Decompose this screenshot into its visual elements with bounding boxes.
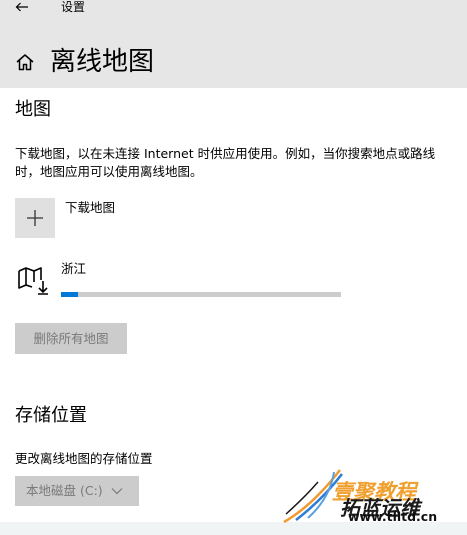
map-download-icon — [18, 267, 48, 295]
back-button[interactable] — [10, 0, 34, 14]
chevron-down-icon — [111, 488, 123, 495]
maps-description: 下载地图，以在未连接 Internet 时供应用使用。例如，当你搜索地点或路线时… — [15, 146, 436, 179]
download-progress-fill — [61, 292, 78, 297]
page-title: 离线地图 — [50, 47, 155, 77]
plus-icon — [27, 210, 43, 226]
downloaded-map-name[interactable]: 浙江 — [61, 261, 86, 277]
maps-section-heading: 地图 — [15, 99, 51, 120]
storage-location-value: 本地磁盘 (C:) — [26, 483, 103, 498]
download-maps-button[interactable] — [15, 198, 55, 238]
window-title: 设置 — [61, 0, 86, 14]
storage-location-select[interactable]: 本地磁盘 (C:) — [15, 476, 139, 506]
delete-all-maps-button[interactable]: 删除所有地图 — [15, 323, 127, 354]
watermark: 壹聚教程 拓蓝运维 www.tlltd.cn — [282, 448, 464, 528]
watermark-url: www.tlltd.cn — [348, 509, 438, 524]
download-progress-bar — [61, 292, 341, 297]
storage-section-heading: 存储位置 — [15, 405, 87, 426]
download-maps-label[interactable]: 下载地图 — [65, 200, 115, 216]
storage-location-label: 更改离线地图的存储位置 — [15, 451, 153, 466]
back-arrow-icon — [15, 2, 28, 12]
home-icon[interactable] — [15, 53, 35, 71]
